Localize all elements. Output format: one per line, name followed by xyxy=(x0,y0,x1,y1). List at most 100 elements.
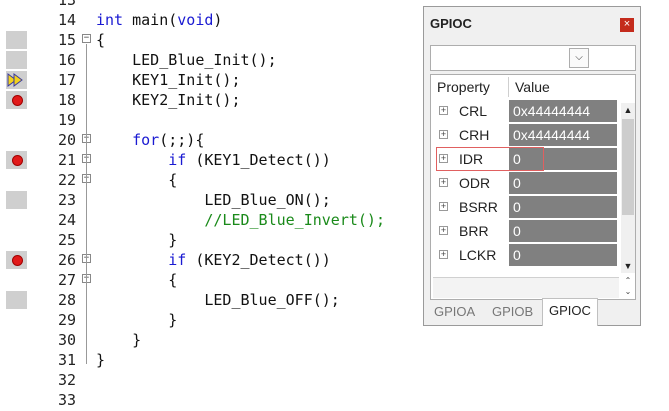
line-number: 29 xyxy=(57,311,76,329)
line-number: 26 xyxy=(57,251,76,269)
line-number: 31 xyxy=(57,351,76,369)
peripheral-tabs: GPIOA GPIOB GPIOC xyxy=(424,296,640,326)
vertical-scrollbar[interactable]: ▲ ▼ xyxy=(621,103,635,273)
column-divider[interactable] xyxy=(508,77,509,97)
expand-icon[interactable]: + xyxy=(439,106,448,115)
line-number: 30 xyxy=(57,331,76,349)
breakpoint-icon[interactable] xyxy=(12,255,23,266)
code-text: int main(void) xyxy=(96,11,223,29)
code-text: } xyxy=(96,231,178,249)
code-text: { xyxy=(96,171,178,189)
register-value[interactable]: 0 xyxy=(509,196,617,218)
line-number: 13 xyxy=(57,0,76,9)
mini-scroll-icon[interactable]: ⌃ ⌄ xyxy=(621,275,635,297)
code-line: 31} xyxy=(0,350,669,370)
expand-icon[interactable]: + xyxy=(439,178,448,187)
register-row-lckr[interactable]: + LCKR 0 xyxy=(431,243,619,267)
breakpoint-cell[interactable] xyxy=(6,251,27,269)
code-text: //LED_Blue_Invert(); xyxy=(204,211,385,229)
register-name: ODR xyxy=(459,175,491,191)
expand-icon[interactable]: + xyxy=(439,130,448,139)
line-number: 23 xyxy=(57,191,76,209)
code-text: { xyxy=(96,31,106,49)
breakpoint-icon[interactable] xyxy=(12,155,23,166)
code-line: 30 } xyxy=(0,330,669,350)
register-name: BRR xyxy=(459,223,489,239)
code-text: KEY2_Init(); xyxy=(96,91,241,109)
code-text: if (KEY2_Detect()) xyxy=(168,251,331,269)
breakpoint-cell[interactable] xyxy=(6,31,27,49)
expand-icon[interactable]: + xyxy=(439,250,448,259)
register-name: LCKR xyxy=(459,247,497,263)
breakpoint-cell[interactable] xyxy=(6,291,27,309)
register-value[interactable]: 0 xyxy=(509,172,617,194)
tab-gpioa[interactable]: GPIOA xyxy=(428,300,481,324)
code-line: 32 xyxy=(0,370,669,390)
scrollbar-thumb[interactable] xyxy=(622,119,634,215)
code-text: KEY1_Init(); xyxy=(96,71,241,89)
code-text: for(;;){ xyxy=(132,131,205,149)
close-icon[interactable]: × xyxy=(620,18,634,32)
gpioc-peripheral-window: GPIOC × ⌵ Property Value + CRL 0x44444444 +… xyxy=(423,6,641,326)
code-text: } xyxy=(96,351,106,369)
line-number: 24 xyxy=(57,211,76,229)
code-text: { xyxy=(96,271,178,289)
scroll-up-icon[interactable]: ▲ xyxy=(621,103,635,117)
register-name: CRH xyxy=(459,127,490,143)
line-number: 27 xyxy=(57,271,76,289)
window-titlebar[interactable]: GPIOC × xyxy=(424,7,640,39)
code-text: } xyxy=(96,311,178,329)
breakpoint-icon[interactable] xyxy=(12,95,23,106)
breakpoint-cell[interactable] xyxy=(6,51,27,69)
current-instruction-arrow-icon xyxy=(7,73,23,87)
code-text: LED_Blue_OFF(); xyxy=(96,291,340,309)
register-row-crh[interactable]: + CRH 0x44444444 xyxy=(431,123,619,147)
expand-icon[interactable]: + xyxy=(439,226,448,235)
window-title: GPIOC xyxy=(430,16,472,31)
line-number: 28 xyxy=(57,291,76,309)
register-row-odr[interactable]: + ODR 0 xyxy=(431,171,619,195)
line-number: 32 xyxy=(57,371,76,389)
tab-gpioc[interactable]: GPIOC xyxy=(542,298,598,326)
breakpoint-cell[interactable] xyxy=(6,71,27,89)
breakpoint-cell[interactable] xyxy=(6,151,27,169)
line-number: 17 xyxy=(57,71,76,89)
register-value[interactable]: 0 xyxy=(509,244,617,266)
column-header-property[interactable]: Property xyxy=(437,75,490,99)
register-row-bsrr[interactable]: + BSRR 0 xyxy=(431,195,619,219)
highlight-box xyxy=(436,147,544,171)
fold-toggle-icon[interactable]: − xyxy=(82,34,91,43)
line-number: 20 xyxy=(57,131,76,149)
register-selector-combo[interactable]: ⌵ xyxy=(430,45,636,71)
chevron-down-icon[interactable]: ⌵ xyxy=(569,48,589,68)
register-row-crl[interactable]: + CRL 0x44444444 xyxy=(431,99,619,123)
line-number: 22 xyxy=(57,171,76,189)
line-number: 33 xyxy=(57,391,76,409)
code-text: LED_Blue_Init(); xyxy=(96,51,277,69)
line-number: 25 xyxy=(57,231,76,249)
expand-icon[interactable]: + xyxy=(439,202,448,211)
line-number: 14 xyxy=(57,11,76,29)
line-number: 15 xyxy=(57,31,76,49)
register-property-grid: Property Value + CRL 0x44444444 + CRH 0x44444… xyxy=(430,74,636,300)
register-row-brr[interactable]: + BRR 0 xyxy=(431,219,619,243)
code-line: 33 xyxy=(0,390,669,410)
register-name: BSRR xyxy=(459,199,498,215)
fold-guide xyxy=(86,144,87,344)
line-number: 16 xyxy=(57,51,76,69)
scroll-down-icon[interactable]: ▼ xyxy=(621,259,635,273)
register-value[interactable]: 0 xyxy=(509,220,617,242)
line-number: 19 xyxy=(57,111,76,129)
breakpoint-cell[interactable] xyxy=(6,91,27,109)
register-value[interactable]: 0x44444444 xyxy=(509,100,617,122)
code-text: LED_Blue_ON(); xyxy=(96,191,331,209)
register-name: CRL xyxy=(459,103,488,119)
breakpoint-cell[interactable] xyxy=(6,191,27,209)
code-text: } xyxy=(96,331,142,349)
register-value[interactable]: 0x44444444 xyxy=(509,124,617,146)
line-number: 18 xyxy=(57,91,76,109)
code-text: if (KEY1_Detect()) xyxy=(168,151,331,169)
line-number: 21 xyxy=(57,151,76,169)
column-header-value[interactable]: Value xyxy=(515,75,550,99)
tab-gpiob[interactable]: GPIOB xyxy=(486,300,539,324)
